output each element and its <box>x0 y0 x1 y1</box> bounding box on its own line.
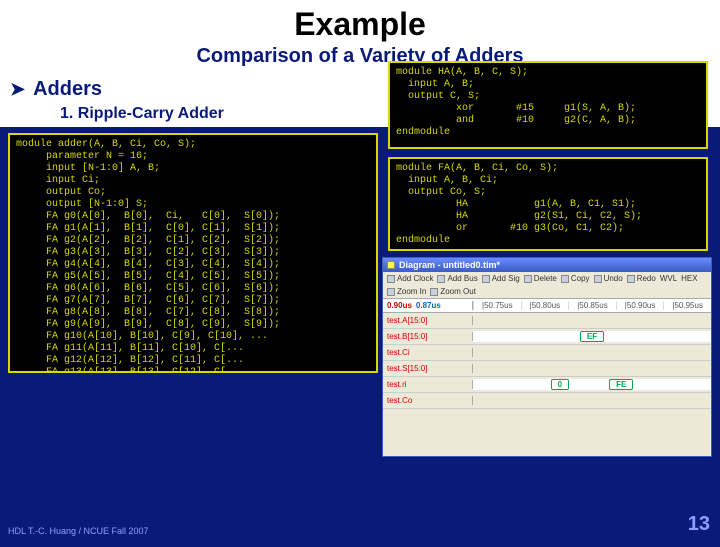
signal-name[interactable]: test.S[15:0] <box>383 364 473 373</box>
code-block-ha: module HA(A, B, C, S); input A, B; outpu… <box>388 61 708 149</box>
undo-icon <box>594 275 602 283</box>
add-clock-icon <box>387 275 395 283</box>
wave-value: EF <box>580 331 604 342</box>
wave-value: FE <box>609 379 633 390</box>
ruler-tick: |50.85us <box>568 301 616 310</box>
page-number: 13 <box>688 513 710 536</box>
cursor-red-value: 0.90us <box>387 301 412 310</box>
toolbar-add-sig[interactable]: Add Sig <box>482 274 520 283</box>
zoom-in-icon <box>387 288 395 296</box>
signal-name[interactable]: test.Ci <box>383 348 473 357</box>
delete-icon <box>524 275 532 283</box>
code-block-adder: module adder(A, B, Ci, Co, S); parameter… <box>8 133 378 373</box>
signal-name[interactable]: test.B[15:0] <box>383 332 473 341</box>
slide-root: Example Comparison of a Variety of Adder… <box>0 0 720 540</box>
toolbar-wvl[interactable]: WVL <box>660 274 677 283</box>
toolbar-add-clock[interactable]: Add Clock <box>387 274 433 283</box>
ruler-tick: |50.90us <box>616 301 664 310</box>
slide-title: Example <box>0 0 720 43</box>
cursor-readout: 0.90us 0.87us <box>383 301 473 310</box>
signal-row: test.Co <box>383 393 711 409</box>
toolbar-zoom-in[interactable]: Zoom In <box>387 287 426 296</box>
bullet-arrow-icon: ➤ <box>10 79 25 100</box>
diagram-time-ruler: 0.90us 0.87us |50.75us |50.80us |50.85us… <box>383 299 711 313</box>
add-bus-icon <box>437 275 445 283</box>
ruler-tick: |50.95us <box>663 301 711 310</box>
toolbar-redo[interactable]: Redo <box>627 274 656 283</box>
toolbar-zoom-out[interactable]: Zoom Out <box>430 287 476 296</box>
copy-icon <box>561 275 569 283</box>
signal-row: test.A[15:0] <box>383 313 711 329</box>
signal-row: test.Ci <box>383 345 711 361</box>
signal-rows: test.A[15:0] test.B[15:0] EF test.Ci tes… <box>383 313 711 409</box>
code-block-fa: module FA(A, B, Ci, Co, S); input A, B, … <box>388 157 708 251</box>
wave-value: 0 <box>551 379 569 390</box>
footer-text: HDL T.-C. Huang / NCUE Fall 2007 <box>8 526 149 536</box>
cursor-blue-value: 0.87us <box>416 301 441 310</box>
toolbar-hex[interactable]: HEX <box>681 274 697 283</box>
toolbar-add-bus[interactable]: Add Bus <box>437 274 477 283</box>
toolbar-undo[interactable]: Undo <box>594 274 623 283</box>
bullet-text: Adders <box>33 78 102 101</box>
ruler-tick: |50.75us <box>473 301 521 310</box>
diagram-toolbar: Add Clock Add Bus Add Sig Delete Copy Un… <box>383 272 711 299</box>
signal-wave[interactable]: 0 FE <box>473 379 711 390</box>
diagram-title-text: Diagram - untitled0.tim* <box>399 260 500 270</box>
redo-icon <box>627 275 635 283</box>
diagram-titlebar: Diagram - untitled0.tim* <box>383 258 711 272</box>
signal-row: test.S[15:0] <box>383 361 711 377</box>
timing-diagram-window: Diagram - untitled0.tim* Add Clock Add B… <box>382 257 712 457</box>
zoom-out-icon <box>430 288 438 296</box>
add-sig-icon <box>482 275 490 283</box>
toolbar-copy[interactable]: Copy <box>561 274 590 283</box>
signal-wave[interactable]: EF <box>473 331 711 342</box>
signal-name[interactable]: test.A[15:0] <box>383 316 473 325</box>
signal-row: test.ri 0 FE <box>383 377 711 393</box>
ruler-tick: |50.80us <box>521 301 569 310</box>
toolbar-delete[interactable]: Delete <box>524 274 557 283</box>
signal-row: test.B[15:0] EF <box>383 329 711 345</box>
signal-name[interactable]: test.ri <box>383 380 473 389</box>
content-area: module HA(A, B, C, S); input A, B; outpu… <box>0 127 720 547</box>
diagram-app-icon <box>387 261 395 269</box>
signal-name[interactable]: test.Co <box>383 396 473 405</box>
